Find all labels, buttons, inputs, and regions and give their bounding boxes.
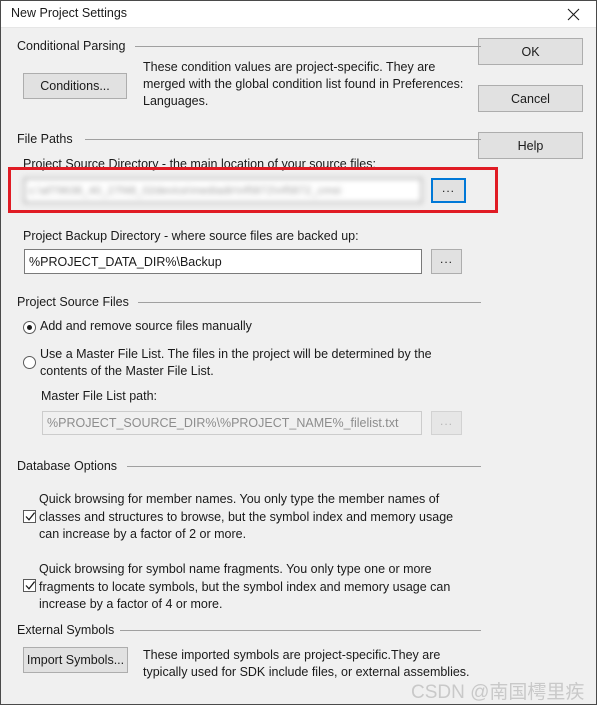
backup-directory-browse-button[interactable]: ...: [431, 249, 462, 274]
source-directory-label: Project Source Directory - the main loca…: [23, 157, 376, 171]
master-file-list-browse-button[interactable]: ...: [431, 411, 462, 435]
close-icon[interactable]: [551, 1, 596, 28]
group-label-external-symbols: External Symbols: [17, 623, 121, 637]
group-divider-conditional-parsing: [135, 46, 481, 47]
ok-button[interactable]: OK: [478, 38, 583, 65]
group-label-file-paths: File Paths: [17, 132, 79, 146]
radio-master-indicator[interactable]: [23, 356, 36, 369]
group-label-project-source-files: Project Source Files: [17, 295, 135, 309]
conditional-parsing-description: These condition values are project-speci…: [143, 60, 464, 108]
backup-directory-input[interactable]: %PROJECT_DATA_DIR%\Backup: [24, 249, 422, 274]
source-directory-input[interactable]: c:\af79638_40_27f48_02device\mediadir\nf…: [24, 178, 422, 203]
checkbox-name-fragments-label[interactable]: Quick browsing for symbol name fragments…: [39, 561, 471, 614]
master-file-list-path-input[interactable]: %PROJECT_SOURCE_DIR%\%PROJECT_NAME%_file…: [42, 411, 422, 435]
radio-master-label[interactable]: Use a Master File List. The files in the…: [40, 346, 465, 380]
import-symbols-button[interactable]: Import Symbols...: [23, 647, 128, 673]
checkbox-member-names-label[interactable]: Quick browsing for member names. You onl…: [39, 491, 471, 544]
backup-directory-label: Project Backup Directory - where source …: [23, 229, 359, 243]
group-divider-project-source-files: [138, 302, 481, 303]
conditions-button[interactable]: Conditions...: [23, 73, 127, 99]
radio-manual-indicator[interactable]: [23, 321, 36, 334]
source-directory-browse-button[interactable]: ...: [431, 178, 466, 203]
checkbox-name-fragments-indicator[interactable]: [23, 579, 36, 592]
external-symbols-description: These imported symbols are project-speci…: [143, 648, 470, 679]
help-button[interactable]: Help: [478, 132, 583, 159]
group-divider-external-symbols: [119, 630, 481, 631]
title-bar: New Project Settings: [1, 1, 596, 28]
new-project-settings-dialog: New Project Settings OK Cancel Help Cond…: [0, 0, 597, 705]
radio-manual-label[interactable]: Add and remove source files manually: [40, 318, 460, 335]
checkbox-member-names-indicator[interactable]: [23, 510, 36, 523]
cancel-button[interactable]: Cancel: [478, 85, 583, 112]
group-label-database-options: Database Options: [17, 459, 124, 473]
csdn-watermark: CSDN @南国樗里疾: [411, 682, 585, 703]
master-file-list-path-label: Master File List path:: [41, 389, 158, 403]
window-title: New Project Settings: [11, 6, 128, 20]
group-divider-database-options: [127, 466, 481, 467]
group-divider-file-paths: [85, 139, 481, 140]
group-label-conditional-parsing: Conditional Parsing: [17, 39, 132, 53]
